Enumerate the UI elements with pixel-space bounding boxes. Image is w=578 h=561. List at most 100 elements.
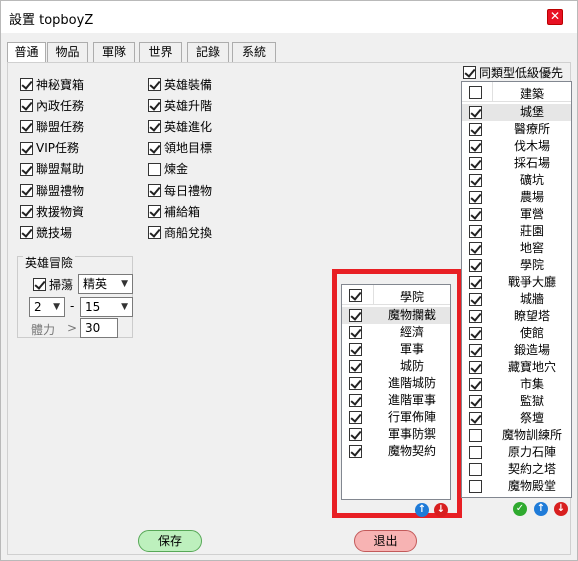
list-item[interactable]: 城堡 [462, 104, 571, 121]
list-item-checkbox[interactable] [469, 276, 482, 289]
list-item[interactable]: 醫療所 [462, 121, 571, 138]
list-item-checkbox[interactable] [469, 106, 482, 119]
list-item[interactable]: 瞭望塔 [462, 308, 571, 325]
option-checkbox[interactable]: 內政任務 [20, 97, 84, 113]
close-icon[interactable]: ✕ [547, 9, 563, 25]
option-check[interactable] [148, 78, 161, 91]
option-checkbox[interactable]: 煉金 [148, 161, 188, 177]
option-checkbox[interactable]: 聯盟禮物 [20, 182, 84, 198]
list-item[interactable]: 城牆 [462, 291, 571, 308]
list-item[interactable]: 祭壇 [462, 410, 571, 427]
option-checkbox[interactable]: 英雄裝備 [148, 76, 212, 92]
sweep-check[interactable] [33, 278, 46, 291]
move-up-icon[interactable]: ↑ [415, 503, 429, 517]
list-item-checkbox[interactable] [469, 140, 482, 153]
list-item-checkbox[interactable] [469, 480, 482, 493]
option-check[interactable] [148, 226, 161, 240]
list-item-checkbox[interactable] [469, 463, 482, 476]
move-down-icon[interactable]: ↓ [434, 503, 448, 517]
option-check[interactable] [20, 78, 33, 91]
list-item-checkbox[interactable] [469, 395, 482, 408]
list-item-checkbox[interactable] [469, 174, 482, 187]
list-item[interactable]: 監獄 [462, 393, 571, 410]
list-item-checkbox[interactable] [349, 360, 362, 373]
list-item-checkbox[interactable] [349, 309, 362, 322]
list-item-checkbox[interactable] [469, 293, 482, 306]
tab-general[interactable]: 普通 [7, 42, 46, 64]
option-check[interactable] [20, 120, 33, 134]
building-select-all-checkbox[interactable] [469, 86, 482, 99]
list-item[interactable]: 莊園 [462, 223, 571, 240]
option-check[interactable] [20, 184, 33, 197]
tab-system[interactable]: 系統 [232, 42, 276, 63]
option-checkbox[interactable]: 英雄升階 [148, 97, 212, 113]
stage-from-select[interactable]: 2 ▼ [29, 297, 65, 317]
move-down-icon[interactable]: ↓ [554, 502, 568, 516]
list-item[interactable]: 軍事防禦 [342, 426, 450, 443]
list-item[interactable]: 軍營 [462, 206, 571, 223]
list-item[interactable]: 魔物契約 [342, 443, 450, 460]
list-item[interactable]: 魔物訓練所 [462, 427, 571, 444]
low-level-first-checkbox[interactable]: 同類型低級優先 [463, 64, 563, 80]
list-item-checkbox[interactable] [469, 225, 482, 238]
list-item[interactable]: 市集 [462, 376, 571, 393]
list-item[interactable]: 軍事 [342, 341, 450, 358]
list-item-checkbox[interactable] [469, 123, 482, 136]
list-item[interactable]: 城防 [342, 358, 450, 375]
option-checkbox[interactable]: 英雄進化 [148, 118, 212, 134]
option-checkbox[interactable]: 每日禮物 [148, 182, 212, 198]
list-item[interactable]: 鍛造場 [462, 342, 571, 359]
option-checkbox[interactable]: VIP任務 [20, 140, 79, 156]
list-item-checkbox[interactable] [469, 412, 482, 425]
list-item[interactable]: 契約之塔 [462, 461, 571, 478]
option-check[interactable] [148, 184, 161, 197]
list-item[interactable]: 使館 [462, 325, 571, 342]
list-item[interactable]: 經濟 [342, 324, 450, 341]
option-checkbox[interactable]: 聯盟任務 [20, 118, 84, 134]
save-button[interactable]: 保存 [138, 530, 202, 552]
list-item-checkbox[interactable] [469, 344, 482, 357]
tab-items[interactable]: 物品 [47, 42, 88, 63]
tab-log[interactable]: 記錄 [187, 42, 229, 63]
option-check[interactable] [148, 99, 161, 113]
option-check[interactable] [20, 205, 33, 219]
list-item-checkbox[interactable] [469, 327, 482, 340]
list-item-checkbox[interactable] [469, 361, 482, 374]
option-checkbox[interactable]: 商船兌換 [148, 224, 212, 240]
option-checkbox[interactable]: 救援物資 [20, 203, 84, 219]
option-check[interactable] [148, 162, 161, 176]
option-check[interactable] [20, 141, 33, 155]
option-checkbox[interactable]: 競技場 [20, 224, 72, 240]
option-check[interactable] [20, 226, 33, 240]
list-item[interactable]: 藏寶地穴 [462, 359, 571, 376]
tab-world[interactable]: 世界 [139, 42, 182, 63]
option-checkbox[interactable]: 聯盟幫助 [20, 161, 84, 177]
list-item[interactable]: 地窖 [462, 240, 571, 257]
academy-select-all-checkbox[interactable] [349, 289, 362, 302]
list-item-checkbox[interactable] [469, 446, 482, 459]
stage-to-select[interactable]: 15 ▼ [80, 297, 133, 317]
option-check[interactable] [148, 141, 161, 155]
list-item-checkbox[interactable] [349, 326, 362, 339]
list-item-checkbox[interactable] [349, 394, 362, 407]
list-item-checkbox[interactable] [469, 378, 482, 391]
list-item-checkbox[interactable] [349, 343, 362, 356]
confirm-icon[interactable]: ✓ [513, 502, 527, 516]
list-item[interactable]: 採石場 [462, 155, 571, 172]
list-item[interactable]: 學院 [462, 257, 571, 274]
option-check[interactable] [20, 99, 33, 113]
list-item[interactable]: 魔物殿堂 [462, 478, 571, 495]
list-item-checkbox[interactable] [349, 428, 362, 441]
move-up-icon[interactable]: ↑ [534, 502, 548, 516]
list-item[interactable]: 農場 [462, 189, 571, 206]
exit-button[interactable]: 退出 [354, 530, 417, 552]
difficulty-select[interactable]: 精英 ▼ [78, 274, 133, 294]
option-check[interactable] [20, 162, 33, 176]
list-item[interactable]: 進階城防 [342, 375, 450, 392]
list-item-checkbox[interactable] [469, 310, 482, 323]
academy-list[interactable]: 學院 魔物攔截 經濟 軍事 城防 進階城防 進階軍事 行軍佈陣 軍事防禦 魔物契約 [341, 284, 451, 500]
option-check[interactable] [148, 120, 161, 134]
list-item[interactable]: 戰爭大廳 [462, 274, 571, 291]
option-check[interactable] [148, 205, 161, 219]
list-item[interactable]: 礦坑 [462, 172, 571, 189]
